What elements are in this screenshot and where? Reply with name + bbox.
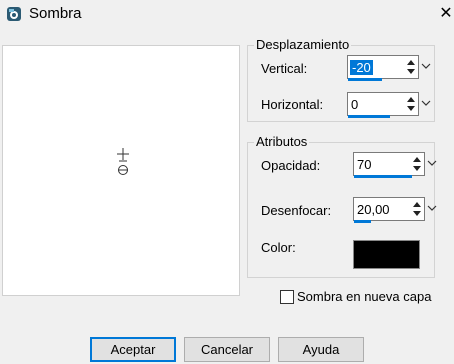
shadow-preview (2, 45, 240, 296)
close-button[interactable]: ✕ (438, 4, 454, 24)
color-label: Color: (261, 240, 296, 255)
vertical-label: Vertical: (261, 61, 308, 76)
horizontal-label: Horizontal: (261, 97, 324, 112)
blur-up-arrow-icon[interactable] (413, 202, 421, 207)
shadow-preview-crosshair-icon (117, 148, 129, 175)
opacity-spin-arrows[interactable] (412, 153, 424, 175)
blur-dropdown-button[interactable] (425, 197, 439, 221)
opacity-down-arrow-icon[interactable] (413, 166, 421, 171)
horizontal-up-arrow-icon[interactable] (407, 97, 415, 102)
vertical-spin-arrows[interactable] (406, 56, 418, 78)
blur-spin-arrows[interactable] (412, 198, 424, 220)
new-layer-label[interactable]: Sombra en nueva capa (297, 289, 431, 304)
horizontal-spin-arrows[interactable] (406, 93, 418, 115)
color-swatch[interactable] (353, 240, 420, 269)
opacity-level-bar (354, 175, 412, 178)
horizontal-dropdown-button[interactable] (419, 92, 433, 116)
blur-spinbox[interactable]: 20,00 (353, 197, 425, 221)
vertical-level-bar (348, 78, 382, 81)
horizontal-down-arrow-icon[interactable] (407, 106, 415, 111)
blur-value[interactable]: 20,00 (357, 202, 390, 217)
vertical-value[interactable]: -20 (350, 60, 373, 75)
vertical-down-arrow-icon[interactable] (407, 69, 415, 74)
chevron-down-icon (427, 160, 437, 166)
help-button[interactable]: Ayuda (278, 337, 364, 362)
blur-down-arrow-icon[interactable] (413, 211, 421, 216)
chevron-down-icon (421, 100, 431, 106)
vertical-spinbox[interactable]: -20 (347, 55, 419, 79)
horizontal-value[interactable]: 0 (351, 97, 358, 112)
window-title: Sombra (29, 5, 82, 22)
cancel-button[interactable]: Cancelar (184, 337, 270, 362)
chevron-down-icon (427, 205, 437, 211)
vertical-up-arrow-icon[interactable] (407, 60, 415, 65)
chevron-down-icon (421, 63, 431, 69)
opacity-spinbox[interactable]: 70 (353, 152, 425, 176)
opacity-dropdown-button[interactable] (425, 152, 439, 176)
ok-button[interactable]: Aceptar (90, 337, 176, 362)
title-bar: Sombra ✕ (0, 0, 454, 30)
blur-label: Desenfocar: (261, 203, 332, 218)
horizontal-spinbox[interactable]: 0 (347, 92, 419, 116)
horizontal-level-bar (348, 115, 390, 118)
opacity-label: Opacidad: (261, 158, 321, 173)
new-layer-checkbox[interactable] (280, 290, 294, 304)
opacity-up-arrow-icon[interactable] (413, 157, 421, 162)
paint-app-icon (7, 7, 21, 21)
blur-level-bar (354, 220, 371, 223)
opacity-value[interactable]: 70 (357, 157, 371, 172)
vertical-dropdown-button[interactable] (419, 55, 433, 79)
attributes-group-title: Atributos (254, 134, 310, 149)
offset-group-title: Desplazamiento (254, 37, 352, 52)
